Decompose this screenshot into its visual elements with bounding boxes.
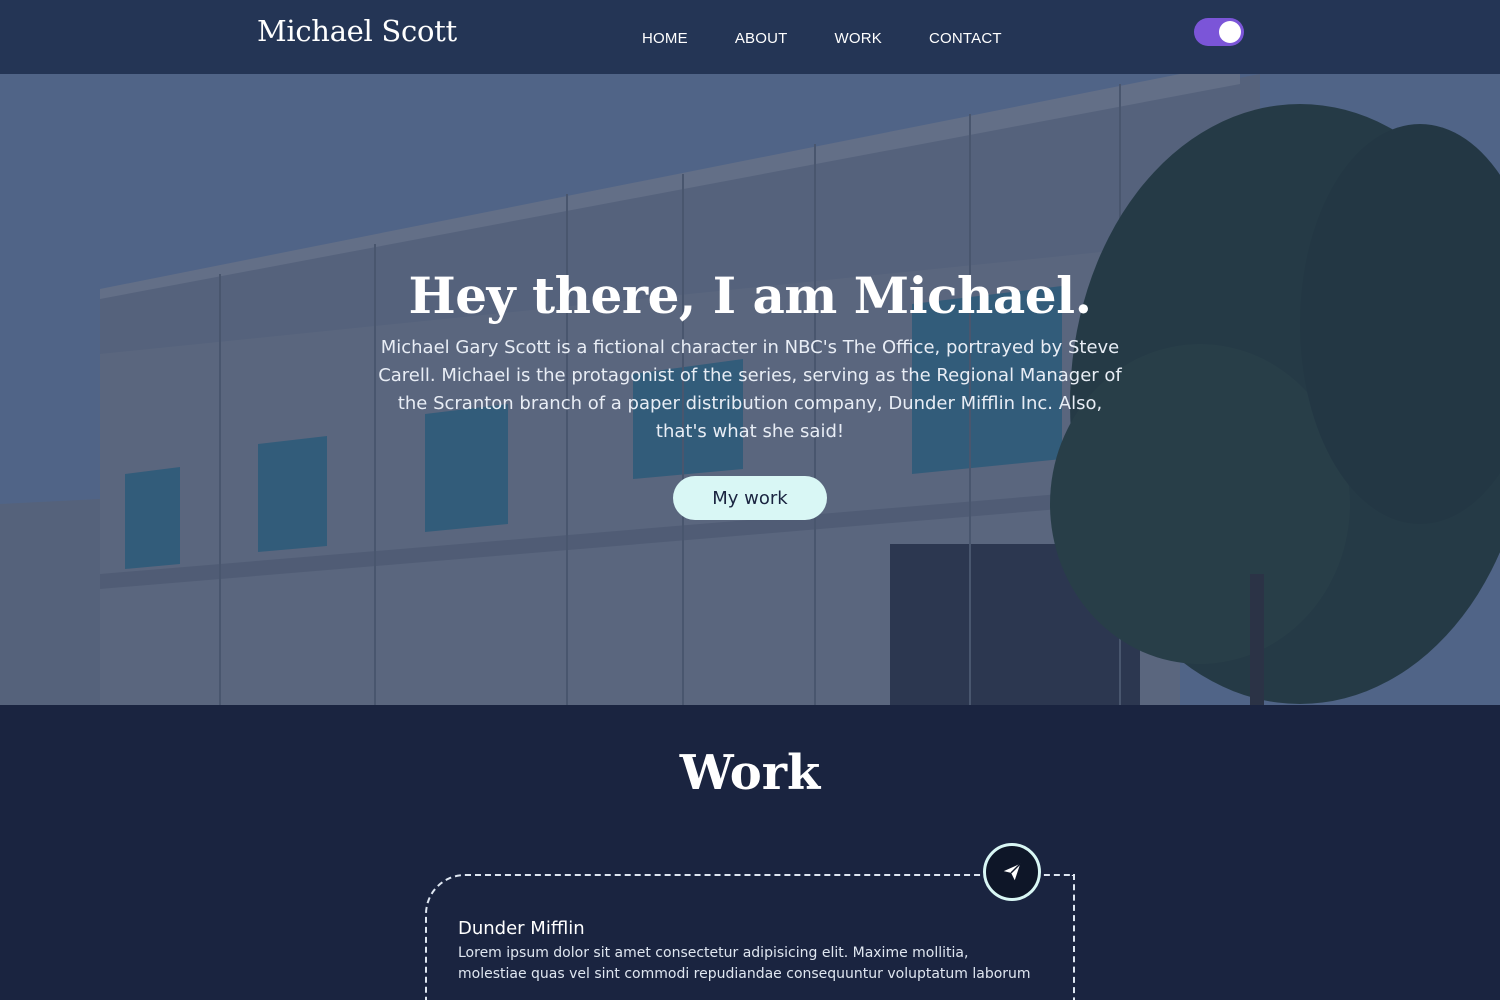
nav-links: HOME ABOUT WORK CONTACT [642,30,1049,47]
nav-link-work[interactable]: WORK [835,30,882,47]
hero-description: Michael Gary Scott is a fictional charac… [378,337,1122,442]
hero-title: Hey there, I am Michael. [408,266,1093,325]
toggle-knob [1219,21,1241,43]
paper-plane-icon[interactable] [983,843,1041,901]
nav-link-home[interactable]: HOME [642,30,688,47]
work-section-title: Work [679,745,821,801]
paper-plane-glyph [1003,863,1021,881]
theme-toggle[interactable] [1194,18,1244,46]
my-work-button[interactable]: My work [673,476,827,520]
navbar: Michael Scott HOME ABOUT WORK CONTACT [0,0,1500,74]
site-brand[interactable]: Michael Scott [257,14,457,48]
nav-link-contact[interactable]: CONTACT [929,30,1002,47]
nav-link-about[interactable]: ABOUT [735,30,788,47]
work-card-title: Dunder Mifflin [458,918,585,939]
work-card-text: Lorem ipsum dolor sit amet consectetur a… [458,945,1031,982]
hero-section: Hey there, I am Michael. Michael Gary Sc… [0,74,1500,705]
